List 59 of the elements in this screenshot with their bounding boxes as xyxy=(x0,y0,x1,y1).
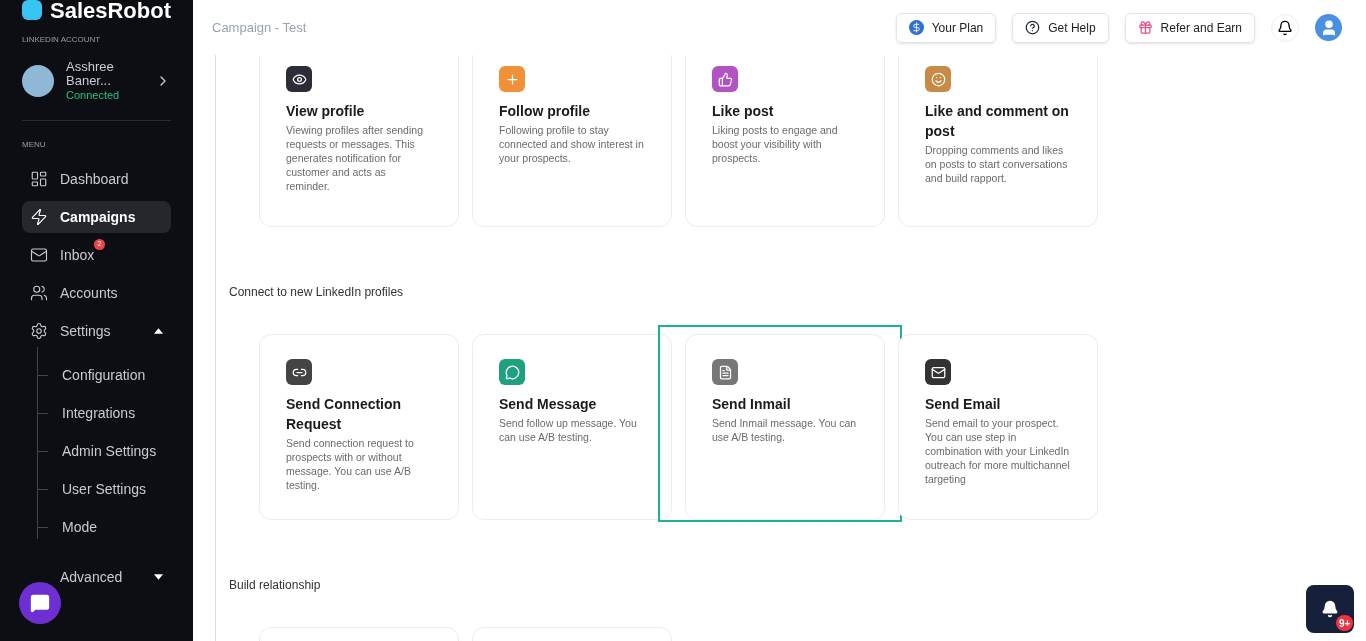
submenu-item[interactable]: Configuration xyxy=(62,363,146,387)
section-heading: Connect to new LinkedIn profiles xyxy=(229,284,405,301)
help-icon xyxy=(1025,20,1041,35)
notification-button[interactable] xyxy=(1306,585,1354,633)
step-description: Dropping comments and likes on posts to start conversations and build rapport. xyxy=(925,143,1069,185)
step-title: Send Connection Request xyxy=(286,395,403,434)
menu-icon xyxy=(30,246,48,264)
sidebar-item[interactable]: Campaigns xyxy=(22,201,171,233)
step-description: Following profile to stay connected and show interest in your prospects. xyxy=(499,123,645,165)
submenu-item[interactable]: User Settings xyxy=(62,477,147,501)
step-card[interactable]: Follow profile Following profile to stay connected and show interest in your prospects. xyxy=(472,55,672,227)
step-description: Send Inmail message. You can use A/B testing. xyxy=(712,416,858,444)
step-card[interactable]: Send Message Send follow up message. You can use A/B testing. xyxy=(472,334,672,520)
sidebar-item[interactable]: Advanced xyxy=(22,561,171,593)
menu-icon xyxy=(30,208,48,226)
header-button[interactable]: Your Plan xyxy=(895,12,997,43)
step-card[interactable]: Send Inmail Send Inmail message. You can use A/B testing. xyxy=(685,334,885,520)
menu-icon xyxy=(30,284,48,302)
user-avatar-icon[interactable] xyxy=(1315,14,1342,41)
bell-icon xyxy=(1277,19,1293,36)
submenu-item[interactable]: Admin Settings xyxy=(62,439,157,463)
submenu-item[interactable]: Mode xyxy=(62,515,98,539)
step-card[interactable]: Like post Liking posts to engage and boost your visibility with prospects. xyxy=(685,55,885,227)
sidebar-item[interactable]: Accounts xyxy=(22,277,171,309)
bell-icon xyxy=(1321,600,1339,618)
step-title: Like and comment on post xyxy=(925,102,1070,141)
section-label: LINKEDIN ACCOUNT xyxy=(22,34,102,46)
header-button[interactable]: Get Help xyxy=(1012,12,1109,43)
step-card[interactable]: Like and comment on post Dropping comments and likes on posts to start conversations and build rapport. xyxy=(898,55,1098,227)
brand-name: SalesRobot xyxy=(49,0,171,25)
step-title: Send Email xyxy=(925,395,1002,414)
step-card[interactable]: Send Connection Request Send connection request to prospects with or without message. You can use A/B testing. xyxy=(259,334,459,520)
step-title: View profile xyxy=(286,102,366,121)
submenu-item[interactable]: Integrations xyxy=(62,401,136,425)
dollar-icon xyxy=(908,20,924,35)
step-description: Send email to your prospect. You can use step in combination with your LinkedIn outreach for more multichannel targeting xyxy=(925,416,1071,486)
step-description: Send follow up message. You can use A/B testing. xyxy=(499,416,638,444)
sidebar-item[interactable]: Dashboard xyxy=(22,163,171,195)
step-description: Viewing profiles after sending requests or messages. This generates notification for customer and acts as reminder. xyxy=(286,123,424,193)
account-status: Connected xyxy=(66,88,121,102)
step-title: Send Message xyxy=(499,395,598,414)
gift-icon xyxy=(1137,20,1153,35)
menu-icon xyxy=(30,170,48,188)
step-card[interactable]: View profile Viewing profiles after sending requests or messages. This generates notification for customer and acts as reminder. xyxy=(259,55,459,227)
chat-icon xyxy=(30,593,50,613)
menu-icon xyxy=(30,322,48,340)
page-title: Campaign - Test xyxy=(212,18,308,37)
section-label: MENU xyxy=(22,139,47,151)
step-description: Liking posts to engage and boost your visibility with prospects. xyxy=(712,123,839,165)
sidebar-item[interactable]: Settings xyxy=(22,315,171,347)
section-heading: Build relationship xyxy=(229,577,322,594)
step-card[interactable]: Send Email Send email to your prospect. You can use step in combination with your LinkedIn outreach for more multichannel targeting xyxy=(898,334,1098,520)
avatar-icon xyxy=(22,65,54,97)
step-title: Send Inmail xyxy=(712,395,792,414)
step-description: Send connection request to prospects with or without message. You can use A/B testing. xyxy=(286,436,415,492)
header-button[interactable]: Refer and Earn xyxy=(1124,12,1255,43)
step-title: Follow profile xyxy=(499,102,591,121)
account-name: Asshree Baner... xyxy=(66,60,115,88)
step-title: Like post xyxy=(712,102,775,121)
